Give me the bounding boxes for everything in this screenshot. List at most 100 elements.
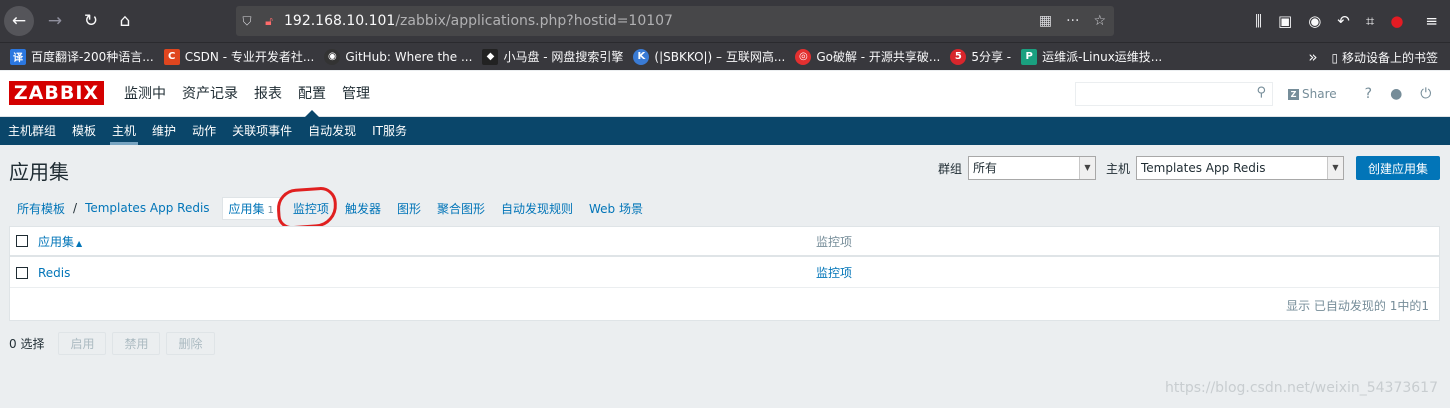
bookmark-item[interactable]: ◎ Go破解 - 开源共享破...: [795, 48, 940, 65]
home-icon[interactable]: ⌂: [110, 6, 140, 36]
mobile-icon: ▯: [1331, 50, 1339, 65]
logout-icon[interactable]: ⏻: [1420, 86, 1431, 102]
tab-screens[interactable]: 聚合图形: [429, 200, 493, 217]
create-application-button[interactable]: 创建应用集: [1355, 156, 1440, 180]
bookmark-label: Go破解 - 开源共享破...: [816, 50, 941, 64]
tab-items[interactable]: 监控项: [275, 185, 339, 230]
template-link[interactable]: Templates App Redis: [77, 201, 217, 215]
sub-menu: 主机群组 模板 主机 维护 动作 关联项事件 自动发现 IT服务: [0, 117, 1450, 145]
tab-discovery-rules[interactable]: 自动发现规则: [493, 200, 581, 217]
submenu-maintenance[interactable]: 维护: [144, 117, 184, 145]
disable-button[interactable]: 禁用: [112, 332, 161, 355]
menu-reports[interactable]: 报表: [246, 71, 290, 117]
bookmark-label: CSDN - 专业开发者社...: [184, 50, 315, 64]
menu-administration[interactable]: 管理: [334, 71, 378, 117]
bookmark-label: 百度翻译-200种语言...: [31, 50, 154, 64]
bookmarks-overflow-icon[interactable]: »: [1308, 48, 1317, 66]
bookmark-favicon: 5: [950, 48, 967, 65]
delete-button[interactable]: 删除: [166, 332, 215, 355]
bookmark-item[interactable]: P 运维派-Linux运维技...: [1021, 48, 1162, 65]
bookmark-item[interactable]: K (|SBKKO|) – 互联网高...: [633, 48, 785, 65]
header-application-label: 应用集: [38, 234, 75, 249]
applications-table: 应用集 ▲ 监控项 Redis 监控项 显示 已自动发现的 1中的1: [9, 226, 1440, 321]
global-search-input[interactable]: ⚲: [1075, 82, 1273, 106]
all-templates-link[interactable]: 所有模板: [9, 200, 73, 217]
bookmark-item[interactable]: 5 5分享 -: [950, 48, 1011, 65]
menu-icon[interactable]: ≡: [1425, 12, 1438, 30]
user-profile-icon[interactable]: ●: [1390, 86, 1402, 102]
forward-icon[interactable]: →: [40, 6, 70, 36]
mass-actions: 0 选择 启用 禁用 删除: [9, 332, 215, 355]
tab-triggers[interactable]: 触发器: [337, 200, 389, 217]
submenu-host-groups[interactable]: 主机群组: [0, 117, 64, 145]
bookmark-favicon: ◆: [482, 48, 499, 65]
group-select-value: 所有: [972, 161, 997, 175]
account-icon[interactable]: ◉: [1308, 12, 1321, 30]
group-select[interactable]: 所有 ▼: [967, 156, 1096, 180]
zabbix-share-icon: Z: [1288, 88, 1299, 100]
application-items-link[interactable]: 监控项: [816, 264, 852, 281]
reload-icon[interactable]: ↻: [76, 6, 106, 36]
menu-configuration[interactable]: 配置: [290, 71, 334, 117]
submenu-actions[interactable]: 动作: [184, 117, 224, 145]
row-checkbox[interactable]: [16, 266, 28, 279]
bookmark-favicon: K: [633, 48, 650, 65]
menu-monitoring[interactable]: 监测中: [116, 71, 174, 117]
browser-toolbar: ← → ↻ ⌂ ⛉ 🔓︎ 192.168.10.101/zabbix/appli…: [0, 0, 1450, 42]
submenu-correlation[interactable]: 关联项事件: [224, 117, 300, 145]
library-icon[interactable]: ⫼: [1255, 12, 1262, 30]
tab-graphs[interactable]: 图形: [389, 200, 429, 217]
bookmark-favicon: ◉: [324, 48, 341, 65]
bookmark-label: GitHub: Where the ...: [345, 49, 473, 64]
chevron-down-icon: ▼: [1326, 157, 1343, 179]
host-label: 主机: [1105, 161, 1130, 176]
shield-icon[interactable]: ⛉: [236, 14, 258, 29]
main-menu: 监测中 资产记录 报表 配置 管理: [116, 71, 378, 117]
host-select-value: Templates App Redis: [1140, 161, 1266, 175]
help-icon[interactable]: ?: [1365, 86, 1372, 102]
tab-applications-count: 1: [267, 204, 274, 216]
zabbix-logo[interactable]: ZABBIX: [9, 81, 104, 105]
url-path: /zabbix/applications.php?hostid=10107: [395, 13, 673, 29]
select-all-checkbox[interactable]: [16, 235, 28, 247]
url-bar[interactable]: ⛉ 🔓︎ 192.168.10.101/zabbix/applications.…: [236, 6, 1114, 36]
extension-icon[interactable]: ●: [1390, 12, 1403, 30]
enable-button[interactable]: 启用: [58, 332, 107, 355]
sidebar-icon[interactable]: ▣: [1278, 12, 1292, 30]
screenshot-icon[interactable]: ⌗: [1366, 12, 1374, 30]
submenu-hosts[interactable]: 主机: [104, 117, 144, 145]
bookmarks-bar: 译百度翻译-200种语言... C CSDN - 专业开发者社... ◉ GitHu…: [0, 42, 1450, 70]
submenu-it-services[interactable]: IT服务: [364, 117, 415, 145]
bookmark-item[interactable]: ◉ GitHub: Where the ...: [324, 48, 473, 65]
undo-icon[interactable]: ↶: [1337, 12, 1350, 30]
tab-applications-label: 应用集: [228, 201, 265, 216]
star-icon[interactable]: ☆: [1093, 13, 1106, 29]
submenu-discovery[interactable]: 自动发现: [300, 117, 364, 145]
table-row: Redis 监控项: [10, 258, 1439, 288]
chevron-down-icon: ▼: [1078, 157, 1095, 179]
group-label: 群组: [937, 161, 962, 176]
share-label: Share: [1302, 87, 1337, 101]
search-icon[interactable]: ⚲: [1256, 85, 1266, 100]
share-button[interactable]: Z Share: [1288, 87, 1337, 101]
bookmark-item[interactable]: ◆ 小马盘 - 网盘搜索引擎: [482, 48, 623, 65]
submenu-templates[interactable]: 模板: [64, 117, 104, 145]
application-name-link[interactable]: Redis: [38, 266, 70, 280]
bookmark-favicon: 译: [10, 48, 26, 65]
bookmark-label: (|SBKKO|) – 互联网高...: [654, 50, 786, 64]
tab-items-label: 监控项: [292, 201, 329, 216]
header-application[interactable]: 应用集 ▲: [38, 233, 82, 250]
insecure-lock-icon[interactable]: 🔓︎: [258, 14, 280, 29]
bookmark-item[interactable]: C CSDN - 专业开发者社...: [163, 48, 315, 65]
qr-icon[interactable]: ▦: [1039, 13, 1052, 29]
tab-applications[interactable]: 应用集 1: [221, 196, 281, 220]
host-select[interactable]: Templates App Redis ▼: [1135, 156, 1344, 180]
mobile-bookmarks[interactable]: ▯ 移动设备上的书签: [1332, 49, 1438, 66]
menu-inventory[interactable]: 资产记录: [174, 71, 246, 117]
more-icon[interactable]: ···: [1066, 13, 1079, 29]
back-icon[interactable]: ←: [4, 6, 34, 36]
tab-web-scenarios[interactable]: Web 场景: [581, 200, 651, 217]
bookmark-favicon: ◎: [795, 48, 812, 65]
bookmark-label: 小马盘 - 网盘搜索引擎: [503, 50, 624, 64]
bookmark-item[interactable]: 译百度翻译-200种语言...: [10, 48, 154, 65]
